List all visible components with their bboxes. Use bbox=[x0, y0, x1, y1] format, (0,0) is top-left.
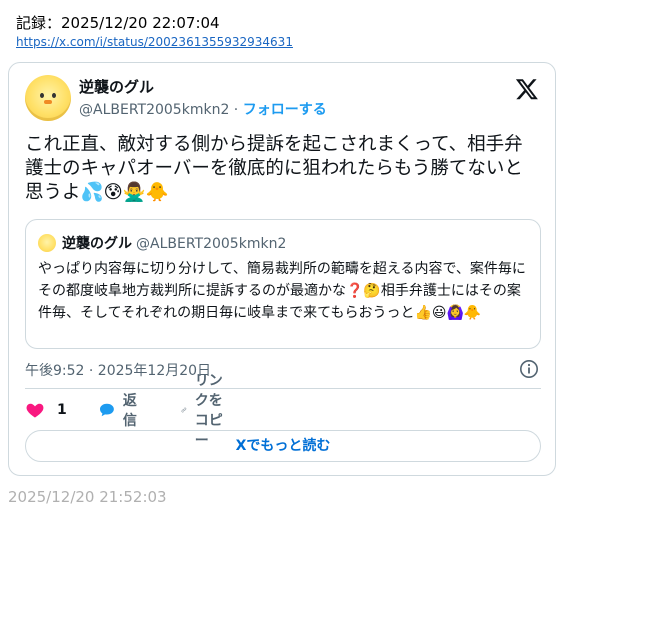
tweet-timestamp[interactable]: 午後9:52 · 2025年12月20日 bbox=[25, 360, 211, 380]
display-name[interactable]: 逆襲のグル bbox=[79, 76, 154, 97]
quote-text: やっぱり内容毎に切り分けして、簡易裁判所の範疇を超える内容で、案件毎にその都度岐… bbox=[38, 261, 526, 321]
separator: · bbox=[229, 102, 243, 118]
reply-button[interactable]: 返信 bbox=[99, 393, 143, 429]
avatar[interactable] bbox=[25, 75, 71, 121]
like-button[interactable]: 1 bbox=[25, 399, 67, 421]
avatar-eye bbox=[52, 93, 56, 98]
tweet-embed-card: 逆襲のグル @ALBERT2005kmkn2 · フォローする これ正直、敵対す… bbox=[8, 62, 556, 476]
record-label: 記録：2025/12/20 22:07:04 bbox=[16, 14, 220, 32]
handle-line: @ALBERT2005kmkn2 · フォローする bbox=[79, 99, 327, 119]
user-handle[interactable]: @ALBERT2005kmkn2 bbox=[79, 102, 229, 118]
divider bbox=[25, 388, 541, 389]
quoted-tweet[interactable]: 逆襲のグル @ALBERT2005kmkn2 やっぱり内容毎に切り分けして、簡易裁… bbox=[25, 219, 541, 349]
quote-author: 逆襲のグル @ALBERT2005kmkn2 bbox=[62, 233, 286, 253]
info-icon[interactable] bbox=[519, 359, 539, 379]
link-icon bbox=[181, 407, 187, 413]
avatar-beak bbox=[44, 100, 52, 104]
like-count: 1 bbox=[57, 402, 67, 418]
quote-avatar bbox=[38, 234, 56, 252]
follow-link[interactable]: フォローする bbox=[243, 102, 327, 118]
heart-icon bbox=[26, 403, 44, 418]
speech-bubble-icon bbox=[99, 403, 114, 417]
quote-display-name: 逆襲のグル bbox=[62, 236, 132, 252]
reply-label: 返信 bbox=[122, 393, 137, 429]
tweet-text: これ正直、敵対する側から提訴を起こされまくって、相手弁護士のキャパオーバーを徹底… bbox=[25, 134, 523, 203]
record-url-link[interactable]: https://x.com/i/status/20023613559329346… bbox=[16, 35, 293, 49]
copy-link-button[interactable]: リンクをコピー bbox=[181, 373, 223, 449]
footer-timestamp: 2025/12/20 21:52:03 bbox=[8, 488, 167, 506]
read-more-button[interactable]: Xでもっと読む bbox=[25, 430, 541, 462]
x-logo-icon[interactable] bbox=[515, 77, 539, 101]
quote-handle: @ALBERT2005kmkn2 bbox=[136, 236, 287, 252]
avatar-eye bbox=[40, 93, 44, 98]
